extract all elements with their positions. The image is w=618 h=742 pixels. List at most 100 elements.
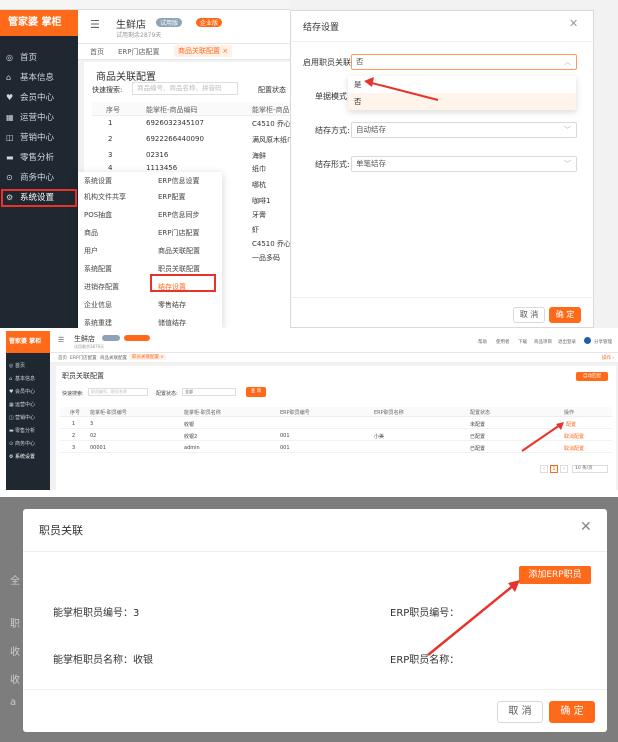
query-button[interactable]: 查 询 [246,387,266,397]
tab-bar: 首页 ERP门店配置 商品关联配置 职员关联配置 × 操作 › [50,353,618,363]
sidebar-item-member[interactable]: ♥ 会员中心 [0,88,78,108]
tab-product-link[interactable]: 商品关联配置 [100,355,127,361]
tab-product-link[interactable]: 商品关联配置 × [174,45,233,57]
marketing-icon: ◫ [9,415,14,421]
col-name: 能掌柜-职员名称 [184,410,221,416]
sidebar-item-operation[interactable]: ▦ 运营中心 [6,400,50,411]
panel-staff-link-dialog: 全 职 收 收 a 职员关联 ✕ 添加ERP职员 能掌柜职员编号：3 ERP职员… [0,497,618,742]
trial-remaining: 试用剩余2879天 [116,32,162,39]
page-number[interactable]: 1 [550,465,558,473]
prev-page-button[interactable]: ‹ [540,465,548,473]
cancel-button[interactable]: 取 消 [497,701,543,723]
menu-icon[interactable]: ☰ [90,18,100,31]
header-link-download[interactable]: 下载 [518,339,527,345]
member-icon: ♥ [6,93,14,102]
table-row: 2 6922266440090 满风原木纸巾 [108,135,294,144]
store-name: 生鲜店 [116,20,146,31]
menu-item[interactable]: ERP门店配置 [158,228,200,238]
checkout-form-select[interactable]: 单笔结存 ﹀ [351,156,577,172]
business-icon: ⊙ [9,441,14,447]
sidebar-item-retail-analysis[interactable]: ▬ 零售分析 [6,426,50,437]
background-text: 全 [10,576,20,587]
sidebar-item-marketing[interactable]: ◫ 营销中心 [0,128,78,148]
menu-item[interactable]: 零售结存 [158,300,186,310]
sidebar-item-business[interactable]: ⊙ 商务中心 [0,168,78,188]
header-link-logout[interactable]: 退出登录 [558,339,576,345]
menu-item[interactable]: ERP配置 [158,192,186,202]
sidebar-item-operation[interactable]: ▦ 运营中心 [0,108,78,128]
sidebar-item-home[interactable]: ◎ 首页 [6,361,50,372]
avatar[interactable] [584,337,591,344]
menu-item[interactable]: 系统设置 [84,176,112,186]
menu-item[interactable]: POS抽盒 [84,210,112,220]
arrow-annotation [521,422,564,452]
sidebar-item-home[interactable]: ◎ 首页 [0,48,78,68]
browser-bar [0,0,290,10]
cell-name: 一品多码 [252,254,280,262]
trial-badge: 试用版 [156,18,183,27]
menu-item[interactable]: 储值结存 [158,318,186,328]
menu-item[interactable]: 商品关联配置 [158,246,200,256]
more-icon[interactable]: 操作 › [602,355,614,361]
table-row: 3 02316 海鲜 [108,151,266,160]
checkout-method-select[interactable]: 自动结存 ﹀ [351,122,577,138]
search-input[interactable]: 职员编号、职员名称 [88,388,148,396]
sidebar-item-member[interactable]: ♥ 会员中心 [6,387,50,398]
status-select[interactable]: 全部 [182,388,236,396]
menu-item[interactable]: 系统重建 [84,318,112,328]
menu-item[interactable]: 商品 [84,228,98,238]
menu-item[interactable]: 企业信息 [84,300,112,310]
tab-erp-store[interactable]: ERP门店配置 [118,47,160,57]
menu-item[interactable]: ERP信息同步 [158,210,200,220]
close-icon[interactable]: ✕ [569,17,578,30]
operation-icon: ▦ [6,113,14,122]
header-link-users[interactable]: 使用者 [496,339,510,345]
search-input[interactable]: 商品编号、商品名称、拼音码 [132,82,238,95]
sidebar-item-basic-info[interactable]: ⌂ 基本信息 [6,374,50,385]
staff-name-label: 能掌柜职员名称：收银 [53,655,153,666]
divider [291,297,595,298]
sidebar-item-business[interactable]: ⊙ 商务中心 [6,439,50,450]
close-icon[interactable]: ✕ [580,519,592,535]
table-header: 序号 能掌柜-商品编码 能掌柜-商品 [92,102,290,116]
page-title: 商品关联配置 [96,72,156,83]
ok-button[interactable]: 确 定 [549,307,581,323]
chevron-up-icon: ︿ [564,58,571,66]
sidebar-item-system-settings[interactable]: ⚙ 系统设置 [6,452,50,463]
menu-item[interactable]: ERP信息设置 [158,176,200,186]
tab-erp-store[interactable]: ERP门店配置 [70,355,97,361]
auto-match-button[interactable]: 自动匹配 [576,372,608,381]
divider [23,551,607,552]
chevron-down-icon: ﹀ [564,126,571,134]
header-link-help[interactable]: 帮助 [478,339,487,345]
col-code: 能掌柜-商品编码 [146,106,198,114]
sidebar-item-system-settings[interactable]: ⚙ 系统设置 [0,188,78,208]
ok-button[interactable]: 确 定 [549,701,595,723]
system-settings-menu: 系统设置 机构文件共享 POS抽盒 商品 用户 系统配置 进销存配置 企业信息 … [78,172,222,328]
menu-icon[interactable]: ☰ [58,336,64,344]
header-link-project[interactable]: 商品项目 [534,339,552,345]
tab-staff-link[interactable]: 职员关联配置 × [130,354,167,360]
sidebar-item-basic-info[interactable]: ⌂ 基本信息 [0,68,78,88]
page-title: 职员关联配置 [62,372,104,380]
operation-icon: ▦ [9,402,14,408]
dialog-title: 职员关联 [39,524,83,537]
sidebar-item-retail-analysis[interactable]: ▬ 零售分析 [0,148,78,168]
sidebar-item-marketing[interactable]: ◫ 营销中心 [6,413,50,424]
next-page-button[interactable]: › [560,465,568,473]
header-link-manage[interactable]: 分享管理 [594,339,612,345]
menu-item[interactable]: 职员关联配置 [158,264,200,274]
cancel-button[interactable]: 取 消 [513,307,545,323]
tab-home[interactable]: 首页 [90,47,104,57]
menu-item[interactable]: 进销存配置 [84,282,119,292]
menu-item[interactable]: 用户 [84,246,98,256]
search-label: 快速搜索: [92,86,123,94]
col-erp-name: ERP职员名称 [374,410,404,416]
edition-badge: 企业版 [196,18,223,27]
top-header: ☰ 生鲜店 试用剩余2879天 帮助 使用者 下载 商品项目 退出登录 分享管理 [50,331,618,353]
tab-home[interactable]: 首页 [58,355,67,361]
page-size-select[interactable]: 10 条/页 [572,465,608,473]
menu-item[interactable]: 机构文件共享 [84,192,126,202]
menu-item[interactable]: 系统配置 [84,264,112,274]
trial-badge [102,335,120,341]
